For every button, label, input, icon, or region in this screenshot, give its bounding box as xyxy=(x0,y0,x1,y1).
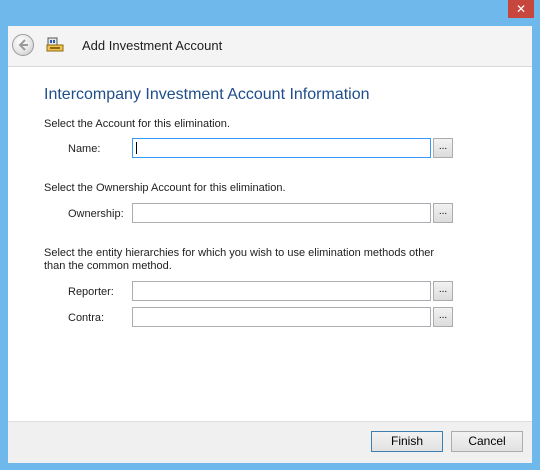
button-bar: Finish Cancel xyxy=(8,421,532,463)
investment-app-icon xyxy=(46,37,64,52)
hierarchy-instruction: Select the entity hierarchies for which … xyxy=(44,247,435,272)
cancel-button[interactable]: Cancel xyxy=(451,431,523,452)
reporter-field[interactable] xyxy=(132,281,431,301)
ownership-browse-button[interactable]: ... xyxy=(433,203,453,223)
back-button[interactable] xyxy=(12,34,34,56)
close-icon: ✕ xyxy=(515,2,527,16)
name-label: Name: xyxy=(68,143,101,155)
close-button[interactable]: ✕ xyxy=(508,0,534,18)
ownership-label: Ownership: xyxy=(68,208,124,220)
contra-field[interactable] xyxy=(132,307,431,327)
wizard-header: Add Investment Account xyxy=(8,26,532,67)
ownership-field[interactable] xyxy=(132,203,431,223)
page-title: Add Investment Account xyxy=(82,38,223,53)
reporter-browse-button[interactable]: ... xyxy=(433,281,453,301)
text-caret xyxy=(136,142,137,154)
contra-browse-button[interactable]: ... xyxy=(433,307,453,327)
contra-label: Contra: xyxy=(68,312,105,324)
name-field[interactable] xyxy=(132,138,431,158)
finish-button[interactable]: Finish xyxy=(371,431,443,452)
dialog-window: ✕ Add Investment Account Intercompany In… xyxy=(0,0,540,470)
reporter-label: Reporter: xyxy=(68,286,114,298)
account-instruction: Select the Account for this elimination. xyxy=(44,118,230,130)
ownership-instruction: Select the Ownership Account for this el… xyxy=(44,182,286,194)
name-browse-button[interactable]: ... xyxy=(433,138,453,158)
back-arrow-icon xyxy=(18,39,28,51)
title-bar[interactable]: ✕ xyxy=(0,0,540,26)
section-title: Intercompany Investment Account Informat… xyxy=(44,86,370,103)
content-area: Intercompany Investment Account Informat… xyxy=(8,67,532,421)
